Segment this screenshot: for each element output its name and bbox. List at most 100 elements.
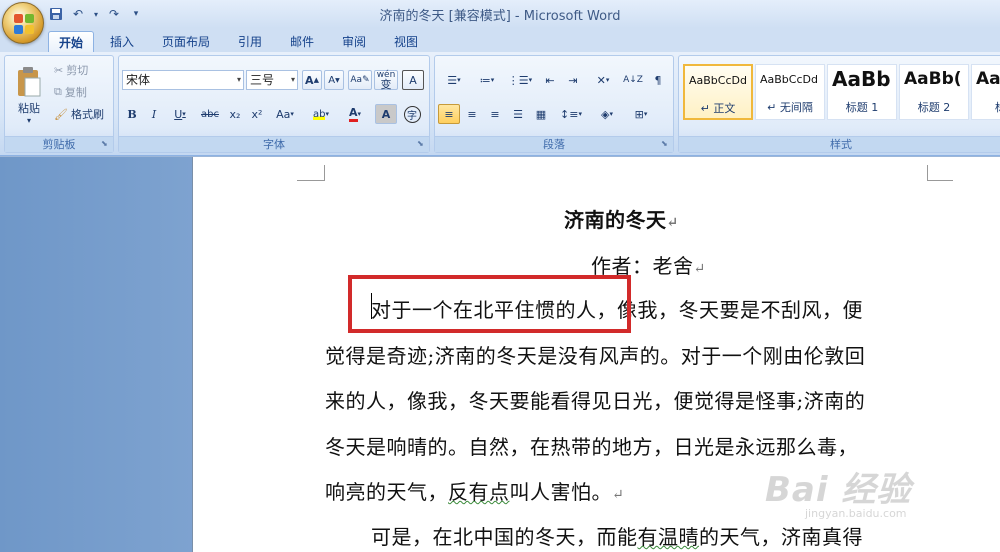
superscript-button[interactable]: x²	[247, 104, 267, 124]
font-color-button[interactable]: A ▾	[340, 104, 370, 124]
change-case-button[interactable]: Aa ▾	[270, 104, 300, 124]
strikethrough-icon: abc	[201, 108, 219, 120]
style-name: ↵ 无间隔	[767, 101, 813, 114]
format-painter-label: 格式刷	[70, 108, 104, 121]
ribbon-tabs: 开始 插入 页面布局 引用 邮件 审阅 视图	[0, 28, 1000, 52]
style-sample: AaBbCcDd	[760, 73, 818, 86]
underline-button[interactable]: U ▾	[166, 104, 194, 124]
chevron-down-icon: ▾	[357, 110, 362, 118]
chinese-layout-button[interactable]: ✕ ▾	[587, 70, 619, 90]
font-name-combo[interactable]: 宋体 ▾	[122, 70, 244, 90]
line-spacing-button[interactable]: ↕≡ ▾	[555, 104, 587, 124]
grow-font-icon: A	[305, 73, 314, 87]
borders-button[interactable]: ⊞ ▾	[625, 104, 657, 124]
bold-icon: B	[127, 107, 137, 121]
pilcrow-icon: ¶	[654, 73, 662, 87]
increase-indent-icon: ⇥	[568, 73, 578, 87]
scissors-icon: ✂	[54, 63, 64, 77]
baidu-watermark: Bai 经验 jingyan.baidu.com	[765, 462, 985, 542]
char-border-button[interactable]: A	[402, 70, 424, 90]
paragraph-group: ☰ ▾ ≔ ▾ ⋮☰ ▾ ⇤ ⇥ ✕ ▾ A↓Z ¶ ≡ ≡ ≡ ☰ ▦ ↕≡ ▾ ◈ ▾ …	[434, 55, 674, 153]
align-right-button[interactable]: ≡	[484, 104, 506, 124]
strikethrough-button[interactable]: abc	[197, 104, 223, 124]
paragraph-mark: ↵	[666, 215, 679, 231]
grow-font-button[interactable]: A ▲	[302, 70, 322, 90]
style-name: 标题 1	[845, 101, 879, 114]
chevron-down-icon: ▾	[490, 76, 495, 84]
increase-indent-button[interactable]: ⇥	[562, 70, 584, 90]
grammar-flagged-text: 反有点	[448, 480, 510, 504]
bullets-icon: ☰	[447, 73, 458, 87]
style-title[interactable]: AaB 标题	[971, 64, 1000, 120]
paragraph-group-label: 段落	[435, 136, 673, 152]
enclose-char-button[interactable]: 字	[401, 104, 423, 124]
font-name-value: 宋体	[126, 73, 151, 87]
shrink-font-button[interactable]: A ▼	[324, 70, 344, 90]
italic-button[interactable]: I	[144, 104, 164, 124]
font-size-combo[interactable]: 三号 ▾	[246, 70, 298, 90]
tab-home[interactable]: 开始	[48, 31, 95, 52]
copy-button[interactable]: ⧉ 复制	[53, 82, 111, 102]
decrease-indent-button[interactable]: ⇤	[539, 70, 561, 90]
bold-button[interactable]: B	[122, 104, 142, 124]
sort-button[interactable]: A↓Z	[622, 70, 644, 90]
chevron-down-icon: ▾	[643, 110, 648, 118]
font-color-icon: A	[348, 106, 358, 122]
bullets-button[interactable]: ☰ ▾	[438, 70, 470, 90]
underline-icon: U	[174, 107, 183, 121]
show-marks-button[interactable]: ¶	[647, 70, 669, 90]
tab-insert[interactable]: 插入	[100, 31, 144, 52]
align-center-icon: ≡	[467, 107, 477, 121]
chevron-down-icon: ▾	[182, 110, 186, 118]
style-sample: AaB	[976, 69, 1000, 89]
clear-format-button[interactable]: Aa✎	[348, 70, 372, 90]
tab-view[interactable]: 视图	[384, 31, 428, 52]
style-name: 标题	[972, 99, 1000, 115]
style-no-spacing[interactable]: AaBbCcDd ↵ 无间隔	[755, 64, 825, 120]
tab-review[interactable]: 审阅	[332, 31, 376, 52]
clipboard-group: 粘贴 ▾ ✂ 剪切 ⧉ 复制 🖌 格式刷 剪贴板 ⬊	[4, 55, 114, 153]
superscript-icon: x²	[251, 107, 263, 121]
clipboard-group-label: 剪贴板	[5, 136, 113, 152]
paragraph-line: 冬天是响晴的。自然，在热带的地方，日光是永远那么毒，	[325, 435, 858, 459]
tab-mailings[interactable]: 邮件	[280, 31, 324, 52]
office-button[interactable]	[2, 2, 44, 44]
style-heading-1[interactable]: AaBb 标题 1	[827, 64, 897, 120]
highlight-button[interactable]: ab ▾	[305, 104, 337, 124]
style-normal[interactable]: AaBbCcDd ↵ 正文	[683, 64, 753, 120]
shading-button[interactable]: ◈ ▾	[591, 104, 623, 124]
numbering-button[interactable]: ≔ ▾	[471, 70, 503, 90]
cut-button[interactable]: ✂ 剪切	[53, 60, 111, 80]
style-heading-2[interactable]: AaBb( 标题 2	[899, 64, 969, 120]
char-shading-button[interactable]: A	[375, 104, 397, 124]
font-launcher-icon[interactable]: ⬊	[417, 140, 426, 149]
borders-icon: ⊞	[634, 107, 644, 121]
paste-button[interactable]: 粘贴 ▾	[9, 60, 49, 130]
clipboard-launcher-icon[interactable]: ⬊	[101, 140, 110, 149]
chevron-down-icon: ▾	[236, 75, 241, 84]
phonetic-guide-button[interactable]: wén 变	[374, 70, 398, 90]
office-logo-icon	[14, 14, 34, 34]
paste-dropdown-icon: ▾	[26, 115, 31, 125]
subscript-button[interactable]: x₂	[225, 104, 245, 124]
text-run: 响亮的天气，	[325, 480, 448, 504]
distributed-button[interactable]: ▦	[530, 104, 552, 124]
justify-button[interactable]: ☰	[507, 104, 529, 124]
multilevel-list-button[interactable]: ⋮☰ ▾	[504, 70, 536, 90]
align-center-button[interactable]: ≡	[461, 104, 483, 124]
title-bar: ↶ ▾ ↷ ▾ 济南的冬天 [兼容模式] - Microsoft Word	[0, 0, 1000, 28]
multilevel-list-icon: ⋮☰	[507, 73, 529, 87]
font-group-label: 字体	[119, 136, 429, 152]
italic-icon: I	[151, 107, 157, 121]
chevron-down-icon: ▾	[325, 110, 329, 118]
tab-references[interactable]: 引用	[228, 31, 272, 52]
tab-page-layout[interactable]: 页面布局	[152, 31, 220, 52]
format-painter-button[interactable]: 🖌 格式刷	[53, 104, 113, 124]
char-border-icon: A	[409, 73, 417, 87]
text-run: 可是，在北中国的冬天，而能	[371, 525, 638, 549]
sort-icon: A↓Z	[623, 75, 643, 85]
paragraph-launcher-icon[interactable]: ⬊	[661, 140, 670, 149]
enclose-char-icon: 字	[403, 105, 421, 123]
line-spacing-icon: ↕≡	[560, 107, 579, 121]
align-left-button[interactable]: ≡	[438, 104, 460, 124]
